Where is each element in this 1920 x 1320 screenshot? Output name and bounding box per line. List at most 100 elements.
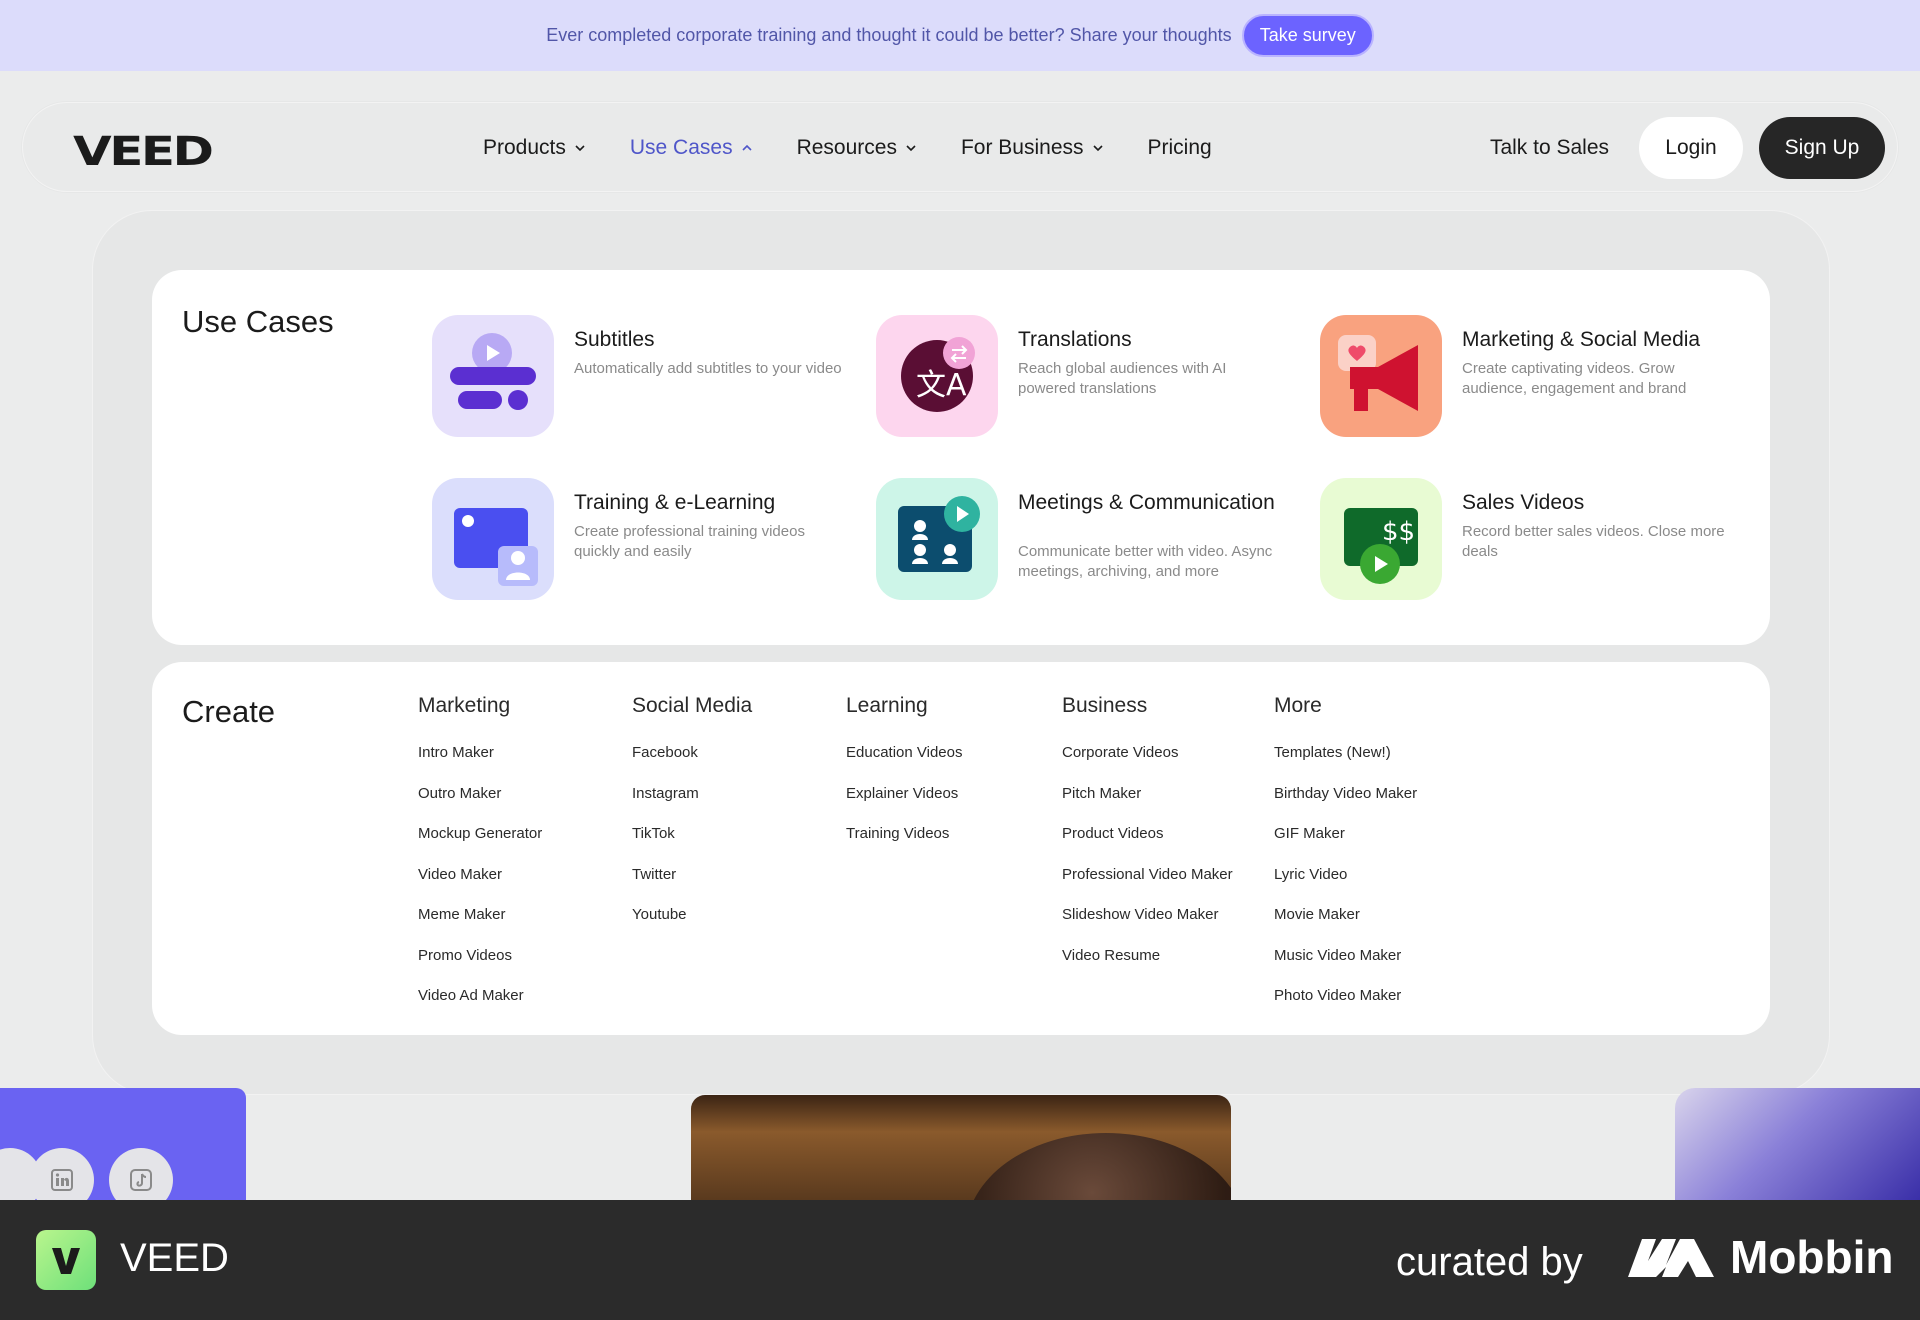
use-case-name: Sales Videos bbox=[1462, 491, 1585, 514]
link-mockup-generator[interactable]: Mockup Generator bbox=[418, 825, 542, 866]
use-case-sales[interactable]: $$ Sales Videos Record better sales vide… bbox=[1320, 478, 1740, 603]
use-case-name: Meetings & Communication bbox=[1018, 491, 1275, 514]
column-heading: Marketing bbox=[418, 694, 511, 717]
chevron-down-icon bbox=[1092, 145, 1103, 152]
nav-item-use-cases[interactable]: Use Cases bbox=[630, 136, 753, 160]
link-movie-maker[interactable]: Movie Maker bbox=[1274, 906, 1417, 947]
link-training-videos[interactable]: Training Videos bbox=[846, 825, 962, 866]
link-music-video-maker[interactable]: Music Video Maker bbox=[1274, 947, 1417, 988]
nav-item-for-business[interactable]: For Business bbox=[961, 136, 1104, 160]
chevron-down-icon bbox=[575, 145, 585, 152]
mobbin-mark-icon bbox=[1628, 1239, 1714, 1277]
banner-text: Ever completed corporate training and th… bbox=[546, 25, 1232, 45]
create-title: Create bbox=[182, 694, 276, 729]
veed-app-icon bbox=[36, 1230, 96, 1290]
use-case-desc: Reach global audiences with AI powered t… bbox=[1018, 360, 1227, 397]
column-heading: More bbox=[1274, 694, 1322, 717]
nav-item-label: Resources bbox=[796, 136, 897, 159]
footer-brand: VEED bbox=[120, 1236, 229, 1280]
main-nav: VEED Products Use Cases Resources For Bu… bbox=[22, 102, 1898, 192]
link-slideshow-video-maker[interactable]: Slideshow Video Maker bbox=[1062, 906, 1233, 947]
use-case-desc: Record better sales videos. Close more d… bbox=[1462, 523, 1725, 560]
create-column-marketing: Marketing Intro Maker Outro Maker Mockup… bbox=[418, 694, 542, 1028]
create-column-more: More Templates (New!) Birthday Video Mak… bbox=[1274, 694, 1417, 1028]
create-column-business: Business Corporate Videos Pitch Maker Pr… bbox=[1062, 694, 1233, 987]
link-pitch-maker[interactable]: Pitch Maker bbox=[1062, 785, 1233, 826]
link-explainer-videos[interactable]: Explainer Videos bbox=[846, 785, 962, 826]
meeting-icon bbox=[876, 478, 998, 600]
nav-item-products[interactable]: Products bbox=[483, 136, 586, 160]
link-instagram[interactable]: Instagram bbox=[632, 785, 752, 826]
translate-icon: 文A bbox=[876, 315, 998, 437]
link-facebook[interactable]: Facebook bbox=[632, 744, 752, 785]
nav-item-resources[interactable]: Resources bbox=[797, 136, 917, 160]
nav-actions: Talk to Sales Login Sign Up bbox=[1490, 103, 1885, 193]
survey-banner: Ever completed corporate training and th… bbox=[0, 0, 1920, 71]
nav-item-pricing[interactable]: Pricing bbox=[1148, 136, 1212, 160]
use-case-desc: Automatically add subtitles to your vide… bbox=[574, 360, 842, 377]
nav-item-label: For Business bbox=[960, 136, 1084, 159]
use-cases-title: Use Cases bbox=[182, 304, 334, 339]
chevron-down-icon bbox=[906, 145, 916, 152]
presentation-icon bbox=[432, 478, 554, 600]
create-column-learning: Learning Education Videos Explainer Vide… bbox=[846, 694, 962, 866]
use-cases-card: Use Cases Subtitles Automatically add su… bbox=[152, 270, 1770, 645]
curated-by-text: curated by bbox=[1396, 1240, 1583, 1284]
link-product-videos[interactable]: Product Videos bbox=[1062, 825, 1233, 866]
nav-menu: Products Use Cases Resources For Busines… bbox=[483, 103, 1256, 193]
column-heading: Business bbox=[1062, 694, 1148, 717]
talk-to-sales-link[interactable]: Talk to Sales bbox=[1490, 136, 1609, 160]
money-icon: $$ bbox=[1320, 478, 1442, 600]
use-case-name: Translations bbox=[1018, 328, 1132, 351]
mobbin-wordmark: Mobbin bbox=[1730, 1231, 1894, 1283]
link-youtube[interactable]: Youtube bbox=[632, 906, 752, 947]
veed-logo[interactable]: VEED bbox=[73, 129, 214, 175]
use-case-name: Marketing & Social Media bbox=[1462, 328, 1701, 351]
take-survey-button[interactable]: Take survey bbox=[1241, 14, 1374, 57]
nav-item-label: Pricing bbox=[1147, 136, 1212, 159]
use-case-meetings[interactable]: Meetings & Communication Communicate bet… bbox=[876, 478, 1296, 603]
use-case-translations[interactable]: 文A Translations Reach global audiences w… bbox=[876, 315, 1296, 440]
link-lyric-video[interactable]: Lyric Video bbox=[1274, 866, 1417, 907]
use-case-name: Subtitles bbox=[574, 328, 655, 351]
link-intro-maker[interactable]: Intro Maker bbox=[418, 744, 542, 785]
megaphone-icon bbox=[1320, 315, 1442, 437]
link-promo-videos[interactable]: Promo Videos bbox=[418, 947, 542, 988]
nav-item-label: Use Cases bbox=[629, 136, 733, 159]
column-heading: Social Media bbox=[632, 694, 753, 717]
link-video-maker[interactable]: Video Maker bbox=[418, 866, 542, 907]
use-case-desc: Communicate better with video. Async mee… bbox=[1018, 543, 1273, 580]
link-video-resume[interactable]: Video Resume bbox=[1062, 947, 1233, 988]
link-birthday-video-maker[interactable]: Birthday Video Maker bbox=[1274, 785, 1417, 826]
use-case-desc: Create professional training videos quic… bbox=[574, 523, 805, 560]
use-case-subtitles[interactable]: Subtitles Automatically add subtitles to… bbox=[432, 315, 852, 440]
chevron-up-icon bbox=[742, 144, 752, 151]
link-photo-video-maker[interactable]: Photo Video Maker bbox=[1274, 987, 1417, 1028]
column-heading: Learning bbox=[846, 694, 928, 717]
subtitles-icon bbox=[432, 315, 554, 437]
link-meme-maker[interactable]: Meme Maker bbox=[418, 906, 542, 947]
svg-text:$$: $$ bbox=[1382, 517, 1415, 547]
link-outro-maker[interactable]: Outro Maker bbox=[418, 785, 542, 826]
link-twitter[interactable]: Twitter bbox=[632, 866, 752, 907]
sign-up-button[interactable]: Sign Up bbox=[1759, 117, 1885, 179]
login-button[interactable]: Login bbox=[1639, 117, 1743, 179]
use-case-training[interactable]: Training & e-Learning Create professiona… bbox=[432, 478, 852, 603]
link-gif-maker[interactable]: GIF Maker bbox=[1274, 825, 1417, 866]
video-thumbnail-right bbox=[1675, 1088, 1920, 1200]
video-thumbnail bbox=[691, 1095, 1231, 1200]
link-education-videos[interactable]: Education Videos bbox=[846, 744, 962, 785]
nav-item-label: Products bbox=[483, 136, 566, 159]
create-column-social-media: Social Media Facebook Instagram TikTok T… bbox=[632, 694, 752, 947]
use-case-marketing[interactable]: Marketing & Social Media Create captivat… bbox=[1320, 315, 1740, 440]
link-professional-video-maker[interactable]: Professional Video Maker bbox=[1062, 866, 1233, 907]
link-templates[interactable]: Templates (New!) bbox=[1274, 744, 1417, 785]
link-corporate-videos[interactable]: Corporate Videos bbox=[1062, 744, 1233, 785]
svg-text:文A: 文A bbox=[916, 368, 967, 403]
link-tiktok[interactable]: TikTok bbox=[632, 825, 752, 866]
mobbin-logo: Mobbin bbox=[1626, 1230, 1894, 1284]
person-image bbox=[966, 1133, 1231, 1200]
use-case-desc: Create captivating videos. Grow audience… bbox=[1462, 360, 1687, 397]
link-video-ad-maker[interactable]: Video Ad Maker bbox=[418, 987, 542, 1028]
create-card: Create Marketing Intro Maker Outro Maker… bbox=[152, 662, 1770, 1035]
